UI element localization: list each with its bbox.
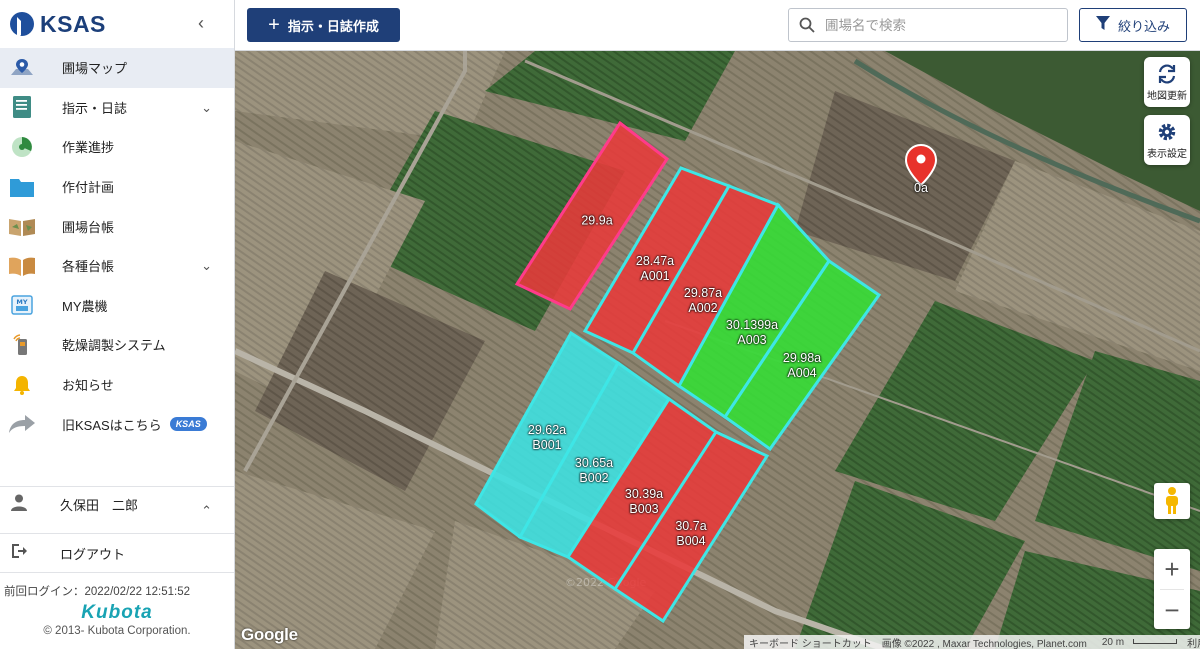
gear-icon: [1158, 123, 1176, 140]
field-label: 28.47a A001: [635, 254, 675, 283]
search-icon: [799, 17, 815, 33]
plus-icon: +: [268, 14, 280, 36]
user-menu[interactable]: 久保田 二郎 ⌃: [0, 487, 234, 533]
map-refresh-label: 地図更新: [1147, 90, 1187, 102]
sidebar: KSAS ‹ 圃場マップ 指示・日誌 ⌄ 作業進捗 作付計画 圃場台帳 各種台帳…: [0, 0, 235, 649]
logout-icon: [10, 542, 30, 565]
svg-text:MY: MY: [16, 298, 27, 306]
folder-icon: [8, 175, 36, 199]
field-search: [788, 8, 1068, 42]
map-attribution: キーボード ショートカット 画像 ©2022 , Maxar Technolog…: [744, 635, 1200, 649]
map-refresh-button[interactable]: 地図更新: [1144, 57, 1190, 107]
open-book-icon: [8, 254, 36, 278]
person-icon: [10, 493, 30, 516]
field-label: 29.87a A002: [683, 286, 723, 315]
sidebar-item-crop-plan[interactable]: 作付計画: [0, 167, 234, 207]
share-arrow-icon: [8, 412, 36, 436]
terms-link[interactable]: 利用規約: [1182, 635, 1200, 649]
sidebar-item-label: 各種台帳: [62, 259, 115, 275]
zoom-in-button[interactable]: +: [1154, 549, 1190, 589]
last-login-text: 前回ログイン：2022/02/22 12:51:52: [4, 586, 191, 598]
field-label: 30.1399a A003: [725, 318, 779, 347]
create-instruction-button[interactable]: + 指示・日誌作成: [247, 8, 400, 42]
sidebar-item-label: お知らせ: [62, 378, 114, 394]
user-name: 久保田 二郎: [60, 498, 139, 513]
chevron-down-icon: ⌄: [201, 99, 212, 115]
sidebar-item-ledgers[interactable]: 各種台帳 ⌄: [0, 246, 234, 286]
zoom-control: + −: [1154, 549, 1190, 629]
search-input[interactable]: [825, 17, 1055, 33]
my-machine-icon: MY: [8, 293, 36, 317]
field-label: 29.98a A004: [782, 351, 822, 380]
refresh-icon: [1158, 63, 1176, 84]
imagery-credit: 画像 ©2022 , Maxar Technologies, Planet.co…: [881, 638, 1087, 649]
filter-funnel-icon: [1095, 16, 1110, 34]
sidebar-footer: 前回ログイン：2022/02/22 12:51:52 Kubota © 2013…: [0, 572, 234, 637]
field-label: 30.65a B002: [574, 456, 614, 485]
field-label: 29.62a B001: [527, 423, 567, 452]
brand-header: KSAS ‹: [0, 0, 234, 48]
copyright-text: © 2013- Kubota Corporation.: [43, 625, 191, 637]
pin-label: 0a: [914, 181, 928, 195]
sidebar-item-label: 指示・日誌: [62, 100, 128, 116]
sidebar-item-label: 乾燥調製システム: [62, 338, 166, 354]
scale-bar: 20 m: [1092, 637, 1182, 648]
field-label: 30.7a B004: [675, 519, 707, 548]
bell-icon: [8, 373, 36, 397]
sidebar-item-notices[interactable]: お知らせ: [0, 365, 234, 405]
satellite-imagery: ©2022 Google: [235, 51, 1200, 649]
ksas-logo-icon: [10, 12, 34, 39]
create-instruction-label: 指示・日誌作成: [287, 18, 379, 34]
display-settings-label: 表示設定: [1147, 148, 1187, 160]
logout-label: ログアウト: [60, 547, 126, 562]
brand-name: KSAS: [40, 10, 106, 37]
dryer-remote-icon: [8, 333, 36, 357]
street-view-pegman-icon[interactable]: [1154, 483, 1190, 519]
sidebar-item-work-progress[interactable]: 作業進捗: [0, 127, 234, 167]
sidebar-item-instructions-diary[interactable]: 指示・日誌 ⌄: [0, 88, 234, 128]
sidebar-nav: 圃場マップ 指示・日誌 ⌄ 作業進捗 作付計画 圃場台帳 各種台帳 ⌄ MY M…: [0, 48, 234, 444]
sidebar-item-field-ledger[interactable]: 圃場台帳: [0, 206, 234, 246]
sidebar-item-drying-system[interactable]: 乾燥調製システム: [0, 325, 234, 365]
sidebar-item-field-map[interactable]: 圃場マップ: [0, 48, 234, 88]
logout-button[interactable]: ログアウト: [0, 533, 234, 573]
field-map[interactable]: ©2022 Google 29.9a 28.47aA001 29.87aA002…: [235, 51, 1200, 649]
open-map-book-icon: [8, 214, 36, 238]
kubota-logo: Kubota: [81, 602, 153, 623]
zoom-out-button[interactable]: −: [1154, 590, 1190, 630]
chevron-down-icon: ⌄: [201, 257, 212, 273]
map-pin-icon: [8, 56, 36, 80]
filter-button[interactable]: 絞り込み: [1079, 8, 1187, 42]
sidebar-item-my-machine[interactable]: MY MY農機: [0, 286, 234, 326]
old-ksas-badge: KSAS: [169, 417, 207, 432]
chevron-up-icon: ⌃: [201, 503, 212, 518]
field-label: 30.39a B003: [624, 487, 664, 516]
notebook-icon: [8, 95, 36, 119]
sidebar-item-label: 作業進捗: [62, 140, 115, 156]
chevron-left-icon[interactable]: ‹: [192, 14, 210, 32]
sidebar-item-label: 圃場マップ: [62, 61, 128, 77]
pie-progress-icon: [8, 135, 36, 159]
sidebar-item-label: MY農機: [62, 298, 108, 314]
field-label: 29.9a: [581, 213, 613, 228]
google-logo: Google: [241, 625, 298, 644]
sidebar-item-label: 圃場台帳: [62, 219, 115, 235]
keyboard-shortcuts-link[interactable]: キーボード ショートカット: [744, 635, 877, 649]
display-settings-button[interactable]: 表示設定: [1144, 115, 1190, 165]
sidebar-item-label: 旧KSASはこちら: [62, 417, 162, 433]
user-section: 久保田 二郎 ⌃ ログアウト: [0, 486, 234, 573]
filter-label: 絞り込み: [1117, 18, 1170, 34]
top-toolbar: + 指示・日誌作成 絞り込み: [235, 0, 1200, 51]
sidebar-item-label: 作付計画: [62, 180, 115, 196]
sidebar-item-old-ksas[interactable]: 旧KSASはこちら KSAS: [0, 404, 234, 444]
